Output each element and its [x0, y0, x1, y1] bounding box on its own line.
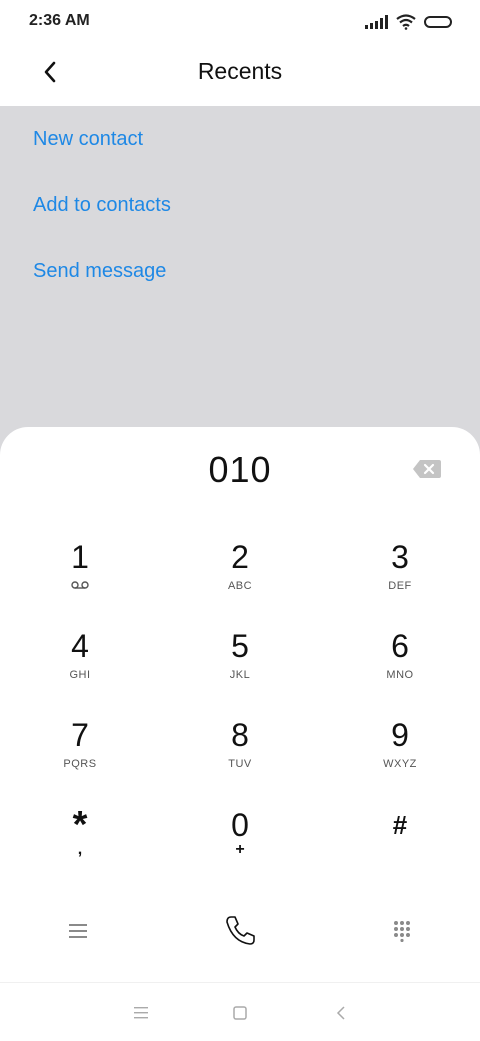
key-digit: 8 [231, 717, 249, 753]
key-star[interactable]: * , [20, 804, 140, 887]
key-hash[interactable]: # [340, 807, 460, 887]
battery-icon [424, 16, 452, 28]
status-icons [365, 12, 452, 32]
voicemail-icon [71, 581, 89, 589]
key-5[interactable]: 5 JKL [180, 628, 300, 708]
key-1[interactable]: 1 [20, 539, 140, 619]
key-8[interactable]: 8 TUV [180, 717, 300, 797]
key-letters: + [235, 841, 245, 858]
new-contact-link[interactable]: New contact [33, 128, 143, 151]
key-letters: PQRS [63, 758, 97, 770]
key-digit: 3 [391, 539, 409, 575]
key-digit: 4 [71, 628, 89, 664]
key-9[interactable]: 9 WXYZ [340, 717, 460, 797]
key-digit: 0 [231, 807, 249, 843]
app-header: Recents [0, 44, 480, 106]
menu-icon [69, 924, 87, 938]
key-digit: # [392, 810, 408, 840]
key-digit: 9 [391, 717, 409, 753]
key-7[interactable]: 7 PQRS [20, 717, 140, 797]
menu-button[interactable] [58, 911, 98, 951]
key-digit: 1 [71, 539, 89, 575]
key-2[interactable]: 2 ABC [180, 539, 300, 619]
add-to-contacts-link[interactable]: Add to contacts [33, 194, 171, 217]
key-letters: MNO [386, 669, 414, 681]
dialpad-sheet: 010 1 2 ABC 3 DEF 4 GHI 5 JKL 6 MNO 7 PQ… [0, 427, 480, 982]
status-bar: 2:36 AM [0, 0, 480, 44]
key-letters: WXYZ [383, 758, 417, 770]
key-digit: 2 [231, 539, 249, 575]
dialpad-icon [394, 921, 410, 942]
system-back-button[interactable] [329, 1001, 353, 1025]
recent-apps-button[interactable] [129, 1001, 153, 1025]
home-square-icon [233, 1006, 247, 1020]
key-digit: 5 [231, 628, 249, 664]
back-arrow-icon [336, 1006, 345, 1020]
status-time: 2:36 AM [29, 12, 90, 29]
home-button[interactable] [228, 1001, 252, 1025]
key-letters: GHI [69, 669, 91, 681]
dialpad-toggle-button[interactable] [382, 911, 422, 951]
key-letters: DEF [388, 580, 412, 592]
backspace-icon[interactable] [412, 459, 442, 479]
dialed-number: 010 [208, 449, 272, 490]
key-letters: , [77, 841, 83, 858]
call-button[interactable] [220, 911, 260, 951]
key-0[interactable]: 0 + [180, 807, 300, 887]
wifi-icon [396, 14, 416, 30]
system-nav-bar [0, 982, 480, 1041]
key-6[interactable]: 6 MNO [340, 628, 460, 708]
key-4[interactable]: 4 GHI [20, 628, 140, 708]
key-letters: ABC [227, 580, 253, 592]
action-menu: New contact Add to contacts Send message [0, 106, 480, 466]
phone-icon [226, 916, 255, 945]
key-letters: JKL [229, 669, 251, 681]
key-3[interactable]: 3 DEF [340, 539, 460, 619]
key-digit: 7 [71, 717, 89, 753]
page-title: Recents [197, 58, 283, 84]
key-digit: * [72, 804, 88, 846]
send-message-link[interactable]: Send message [33, 260, 166, 283]
key-letters: TUV [228, 758, 252, 770]
recents-menu-icon [134, 1007, 148, 1019]
signal-icon [365, 15, 388, 29]
key-digit: 6 [391, 628, 409, 664]
